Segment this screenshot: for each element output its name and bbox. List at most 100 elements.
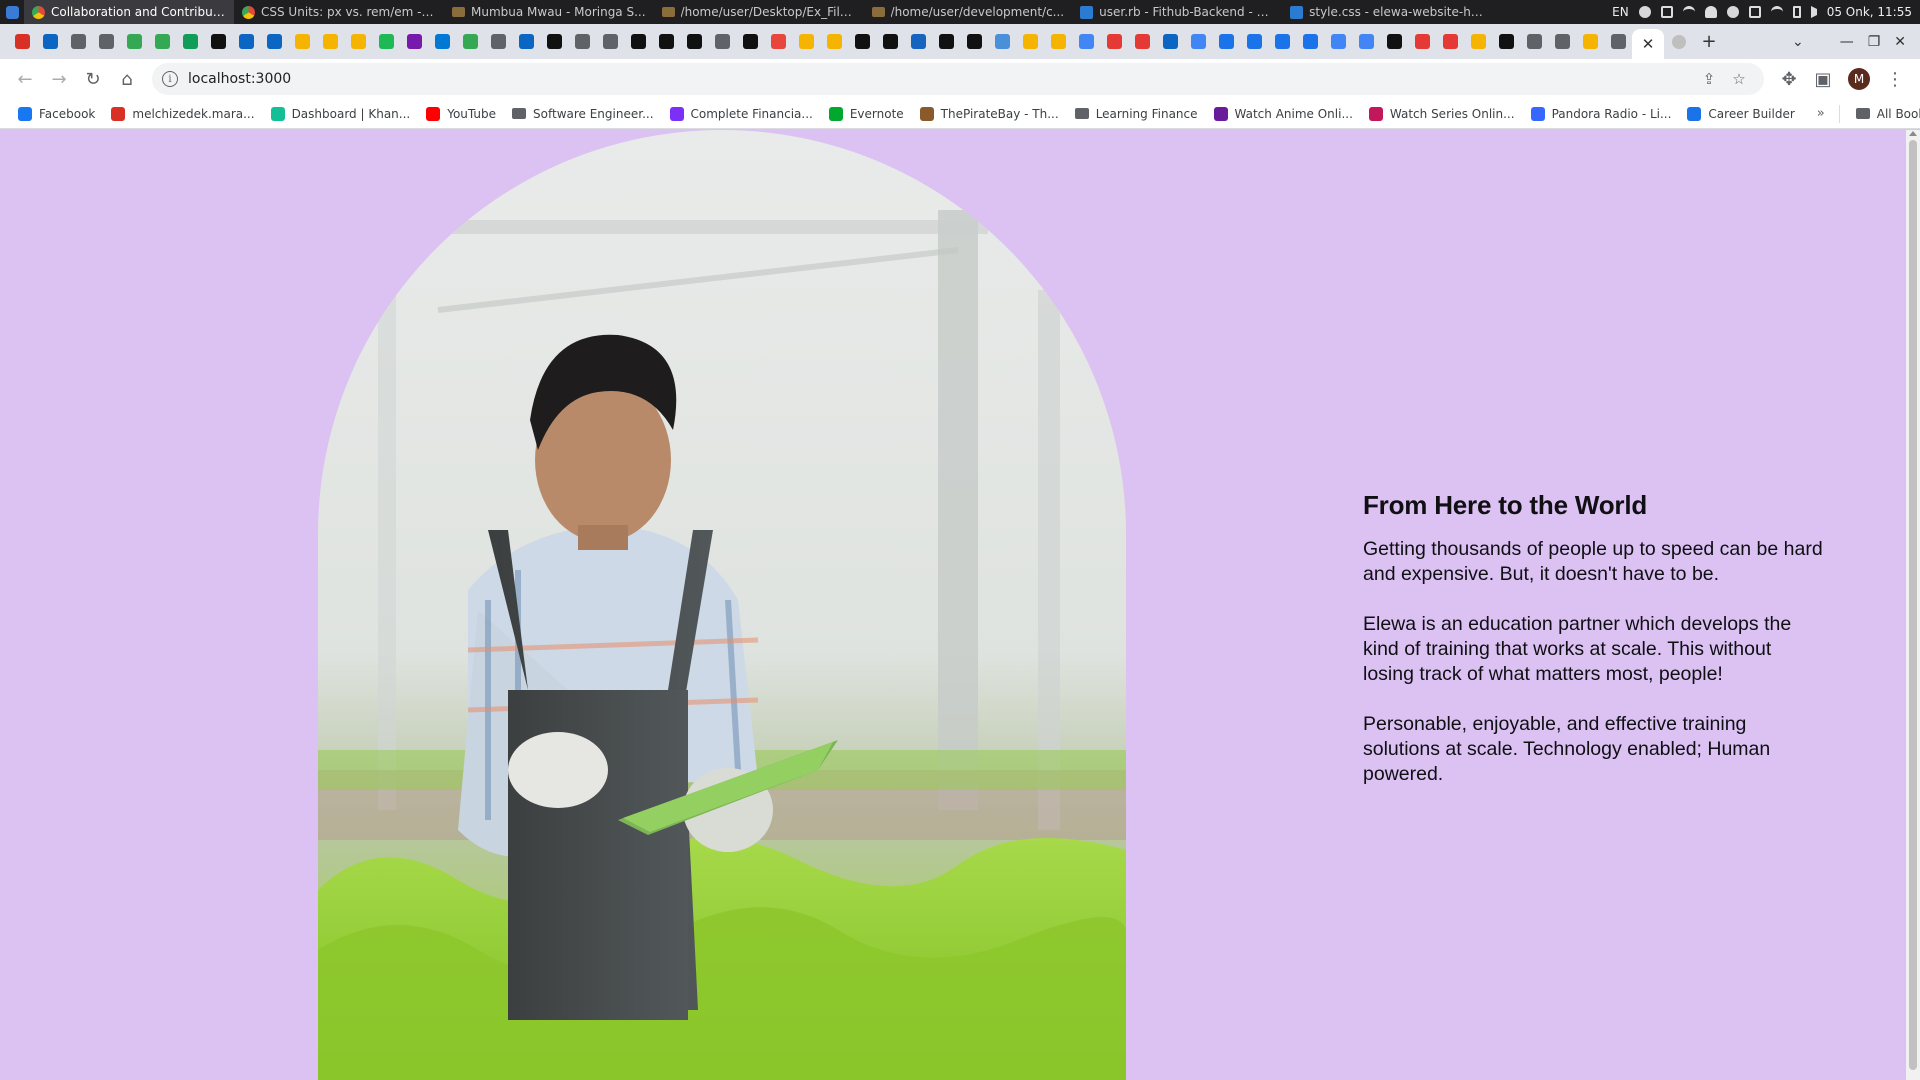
pinned-tab[interactable] [736,28,764,56]
home-button[interactable]: ⌂ [110,62,144,96]
pinned-tab[interactable] [1296,28,1324,56]
pinned-tab[interactable] [904,28,932,56]
more-bookmarks-button[interactable]: » [1803,106,1839,121]
pinned-tab[interactable] [1520,28,1548,56]
pinned-tab[interactable] [36,28,64,56]
pinned-tab[interactable] [1156,28,1184,56]
url-text[interactable]: localhost:3000 [188,71,1694,87]
window-tab[interactable]: Mumbua Mwau - Moringa S... [444,0,654,24]
window-tab[interactable]: CSS Units: px vs. rem/em - G... [234,0,444,24]
pinned-tab[interactable] [372,28,400,56]
pinned-tab[interactable] [1016,28,1044,56]
battery-icon[interactable] [1792,6,1801,18]
share-icon[interactable]: ⇪ [1694,70,1724,88]
pinned-tab[interactable] [596,28,624,56]
bookmark-item[interactable]: Complete Financia... [662,101,821,127]
pinned-tab[interactable] [708,28,736,56]
pinned-tab[interactable] [232,28,260,56]
bluetooth-icon-2[interactable] [1748,6,1761,18]
minimize-button[interactable]: — [1840,34,1854,50]
pinned-tab[interactable] [1436,28,1464,56]
pinned-tab[interactable] [652,28,680,56]
bookmark-item[interactable]: Learning Finance [1067,101,1206,127]
close-icon[interactable]: ✕ [1642,35,1655,53]
all-bookmarks-button[interactable]: All Bookmarks [1848,101,1920,127]
bookmark-item[interactable]: YouTube [418,101,504,127]
bookmark-item[interactable]: Facebook [10,101,103,127]
bookmark-item[interactable]: Evernote [821,101,912,127]
pinned-tab[interactable] [624,28,652,56]
pinned-tab[interactable] [820,28,848,56]
pinned-tab[interactable] [792,28,820,56]
pinned-tab[interactable] [204,28,232,56]
pinned-tab[interactable] [1408,28,1436,56]
pinned-tab[interactable] [64,28,92,56]
pinned-tab[interactable] [1128,28,1156,56]
window-tab[interactable]: /home/user/development/c... [864,0,1073,24]
reload-button[interactable]: ↻ [76,62,110,96]
pinned-tab[interactable] [1184,28,1212,56]
bookmark-item[interactable]: melchizedek.mara... [103,101,262,127]
pinned-tab[interactable] [960,28,988,56]
pinned-tab[interactable] [1324,28,1352,56]
page-scrollbar[interactable] [1906,130,1920,1080]
network-icon[interactable] [1770,6,1783,18]
address-bar[interactable]: i localhost:3000 ⇪ ☆ [152,63,1764,95]
clock[interactable]: 05 Onk, 11:55 [1827,5,1912,19]
pinned-tab[interactable] [568,28,596,56]
bookmark-item[interactable]: Pandora Radio - Li... [1523,101,1680,127]
forward-button[interactable]: → [42,62,76,96]
pinned-tab[interactable] [988,28,1016,56]
pinned-tab[interactable] [1380,28,1408,56]
pinned-tab[interactable] [400,28,428,56]
pinned-tab[interactable] [288,28,316,56]
pinned-tab[interactable] [1072,28,1100,56]
pinned-tab[interactable] [1464,28,1492,56]
bookmark-item[interactable]: Dashboard | Khan... [263,101,419,127]
bookmark-item[interactable]: Software Engineer... [504,101,662,127]
close-window-button[interactable]: ✕ [1894,34,1906,50]
pinned-tab[interactable] [1492,28,1520,56]
wifi-icon[interactable] [1682,6,1695,18]
back-button[interactable]: ← [8,62,42,96]
pinned-tab[interactable] [456,28,484,56]
pinned-tab[interactable] [1548,28,1576,56]
settings-icon-2[interactable] [1726,6,1739,18]
volume-icon[interactable] [1810,6,1817,18]
bookmark-item[interactable]: ThePirateBay - Th... [912,101,1067,127]
pinned-tab[interactable] [148,28,176,56]
pinned-tab[interactable] [484,28,512,56]
settings-icon[interactable] [1638,6,1651,18]
restore-button[interactable]: ❐ [1868,34,1881,50]
tab-search-icon[interactable]: ⌄ [1792,34,1804,50]
extensions-icon[interactable]: ✥ [1772,62,1806,96]
window-tab[interactable]: Collaboration and Contributi... [24,0,234,24]
pinned-tab[interactable] [512,28,540,56]
bookmark-star-icon[interactable]: ☆ [1724,70,1754,88]
window-tab[interactable]: user.rb - Fithub-Backend - Vi... [1072,0,1282,24]
bookmark-item[interactable]: Watch Anime Onli... [1206,101,1361,127]
other-tab[interactable] [1664,28,1694,56]
pinned-tab[interactable] [8,28,36,56]
pinned-tab[interactable] [932,28,960,56]
bluetooth-icon[interactable] [1660,6,1673,18]
pinned-tab[interactable] [92,28,120,56]
bookmark-item[interactable]: Watch Series Onlin... [1361,101,1523,127]
pinned-tab[interactable] [680,28,708,56]
window-tab[interactable]: style.css - elewa-website-ht... [1282,0,1492,24]
pinned-tab[interactable] [176,28,204,56]
pinned-tab[interactable] [316,28,344,56]
pinned-tab[interactable] [540,28,568,56]
pinned-tab[interactable] [1044,28,1072,56]
scroll-thumb[interactable] [1909,140,1917,1070]
pinned-tab[interactable] [1240,28,1268,56]
os-menu-icon[interactable] [0,0,24,24]
pinned-tab[interactable] [1604,28,1632,56]
notifications-icon[interactable] [1704,6,1717,18]
active-tab[interactable]: ✕ [1632,29,1664,59]
pinned-tab[interactable] [876,28,904,56]
pinned-tab[interactable] [428,28,456,56]
side-panel-icon[interactable]: ▣ [1806,62,1840,96]
pinned-tab[interactable] [1576,28,1604,56]
scroll-up-arrow[interactable] [1909,131,1917,136]
